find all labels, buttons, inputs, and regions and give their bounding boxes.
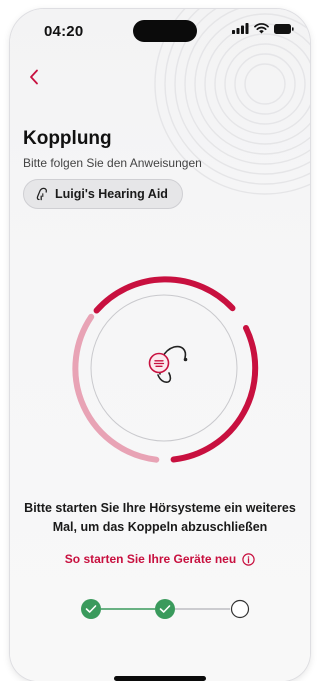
hearing-aid-icon [36,187,48,201]
app-screen: 04:20 Kopplung Bitte folgen Sie den Anwe… [10,9,310,681]
page-title: Kopplung [23,128,112,149]
restart-devices-link-label: So starten Sie Ihre Geräte neu [64,552,237,566]
step-1-completed [81,599,101,619]
restart-devices-link[interactable]: So starten Sie Ihre Geräte neu [10,552,310,566]
info-icon [242,552,255,566]
hearing-aid-icon [148,345,188,383]
battery-icon [274,23,294,34]
dynamic-island [133,20,197,42]
back-button[interactable] [22,65,46,89]
progress-arc-right [170,325,259,463]
home-indicator [114,676,206,681]
pairing-stepper [81,599,250,619]
page-subtitle: Bitte folgen Sie den Anweisungen [23,156,202,170]
signal-icon [232,23,249,34]
pairing-progress-ring [72,276,259,463]
wifi-icon [254,23,269,34]
device-chip[interactable]: Luigi's Hearing Aid [23,179,183,209]
step-2-completed [155,599,175,619]
instruction-text: Bitte starten Sie Ihre Hörsysteme ein we… [24,501,296,534]
device-chip-label: Luigi's Hearing Aid [55,187,168,201]
status-bar: 04:20 [10,9,310,53]
step-3-pending [230,599,250,619]
chevron-left-icon [30,69,38,85]
status-icons [232,23,294,34]
status-time: 04:20 [44,23,84,40]
